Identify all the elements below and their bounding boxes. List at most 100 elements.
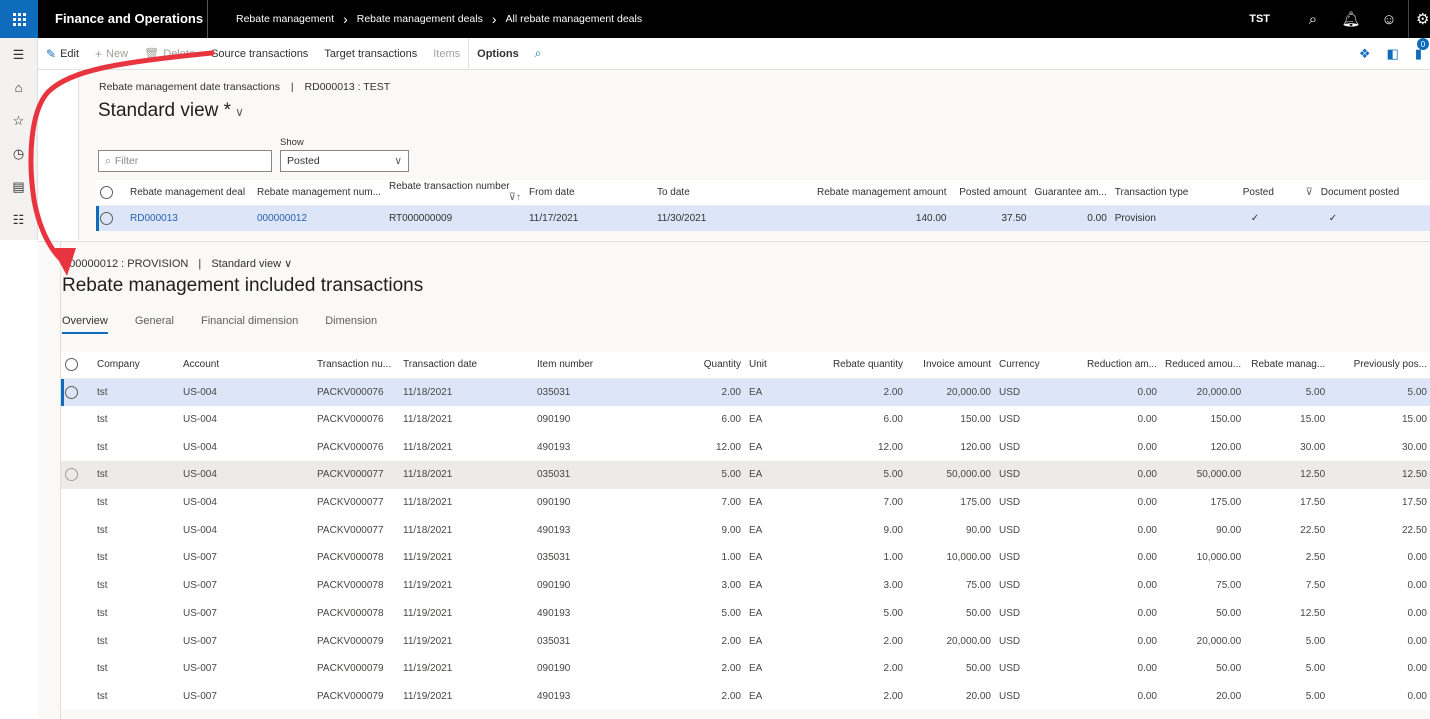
app-title[interactable]: Finance and Operations bbox=[55, 11, 203, 26]
row-selector[interactable] bbox=[61, 378, 93, 406]
included-transactions-form: 000000012 : PROVISION | Standard view ∨ … bbox=[38, 241, 1430, 719]
bell-icon[interactable]: 🔔︎ bbox=[1332, 0, 1370, 38]
column-header[interactable]: Item number bbox=[533, 352, 663, 379]
column-header[interactable]: Rebate manag... bbox=[1245, 352, 1330, 379]
source-transactions-button[interactable]: Source transactions bbox=[203, 38, 316, 70]
company-cell[interactable]: tst bbox=[93, 378, 179, 406]
company-cell: tst bbox=[97, 441, 108, 453]
column-header[interactable]: Reduced amou... bbox=[1161, 352, 1246, 379]
column-header[interactable]: Rebate management amount bbox=[812, 180, 951, 206]
attachments-button[interactable]: ▮ 0 bbox=[1415, 38, 1429, 62]
row-selector[interactable] bbox=[61, 655, 93, 683]
select-all-checkbox[interactable] bbox=[96, 180, 126, 206]
star-favorites-icon[interactable]: ☆ bbox=[0, 104, 37, 137]
column-header[interactable]: To date bbox=[652, 180, 813, 206]
view-selector[interactable]: Standard view ∨ bbox=[211, 258, 292, 270]
breadcrumb-item-rebate-management[interactable]: Rebate management bbox=[236, 13, 334, 25]
workspaces-icon[interactable]: ▤ bbox=[0, 170, 37, 203]
home-icon[interactable]: ⌂ bbox=[0, 71, 37, 104]
row-selector[interactable] bbox=[61, 572, 93, 600]
row-selector[interactable] bbox=[61, 461, 93, 489]
unit-cell[interactable]: EA bbox=[745, 378, 803, 406]
app-launcher-button[interactable] bbox=[0, 0, 38, 38]
column-header[interactable]: Rebate transaction number ⊽↑ bbox=[384, 180, 525, 206]
rebate-num-link[interactable]: 000000012 bbox=[253, 205, 385, 231]
item-number-cell[interactable]: 035031 bbox=[533, 378, 663, 406]
modules-list-icon[interactable]: ☷ bbox=[0, 203, 37, 236]
column-header[interactable]: Posted amount bbox=[950, 180, 1031, 206]
column-header[interactable]: Document posted bbox=[1316, 180, 1430, 206]
table-row[interactable]: tst US-004 PACKV000077 11/18/2021 090190 7.00… bbox=[61, 489, 1430, 517]
reduced-amount-cell: 10,000.00 bbox=[1196, 552, 1242, 564]
column-header[interactable]: Guarantee am... bbox=[1030, 180, 1111, 206]
tab-financial-dimension[interactable]: Financial dimension bbox=[201, 315, 298, 334]
column-header[interactable]: Rebate quantity bbox=[803, 352, 907, 379]
table-row[interactable]: tst US-004 PACKV000077 11/18/2021 035031 5.00… bbox=[61, 461, 1430, 489]
row-selector[interactable] bbox=[61, 627, 93, 655]
column-header[interactable]: Reduction am... bbox=[1053, 352, 1161, 379]
edit-button[interactable]: ✎ Edit bbox=[38, 38, 87, 70]
reduction-amount-cell: 0.00 bbox=[1137, 607, 1157, 619]
tab-dimension[interactable]: Dimension bbox=[325, 315, 377, 334]
table-row[interactable]: tst US-007 PACKV000079 11/19/2021 090190 2.00… bbox=[61, 655, 1430, 683]
column-header[interactable]: From date bbox=[524, 180, 653, 206]
table-row[interactable]: RD000013 000000012 RT000000009 11/17/202… bbox=[96, 205, 1430, 231]
clock-recent-icon[interactable]: ◷ bbox=[0, 137, 37, 170]
gear-icon[interactable]: ⚙ bbox=[1408, 0, 1430, 38]
options-tab[interactable]: Options bbox=[469, 38, 527, 70]
table-row[interactable]: tst US-004 PACKV000076 11/18/2021 035031 2.00… bbox=[61, 378, 1430, 406]
row-selector[interactable] bbox=[61, 489, 93, 517]
tab-overview[interactable]: Overview bbox=[62, 315, 108, 334]
currency-cell: USD bbox=[999, 469, 1021, 481]
column-header[interactable]: Posted ⊽ bbox=[1238, 180, 1317, 206]
tab-general[interactable]: General bbox=[135, 315, 174, 334]
action-search-button[interactable]: ⌕ bbox=[527, 38, 550, 70]
search-icon[interactable]: ⌕ bbox=[1294, 0, 1332, 38]
account-cell: US-004 bbox=[183, 497, 217, 509]
table-row[interactable]: tst US-007 PACKV000079 11/19/2021 490193 2.00… bbox=[61, 683, 1430, 711]
column-header[interactable]: Rebate management deal bbox=[126, 180, 253, 206]
row-selector[interactable] bbox=[96, 205, 126, 231]
column-header[interactable]: Quantity bbox=[663, 352, 745, 379]
power-apps-icon[interactable]: ❖ bbox=[1359, 46, 1371, 62]
column-header[interactable]: Transaction nu... bbox=[313, 352, 399, 379]
column-header[interactable]: Invoice amount bbox=[907, 352, 995, 379]
column-header[interactable]: Currency bbox=[995, 352, 1053, 379]
select-all-checkbox[interactable] bbox=[61, 352, 93, 379]
column-header[interactable]: Previously pos... bbox=[1329, 352, 1430, 379]
row-selector[interactable] bbox=[61, 600, 93, 628]
hamburger-menu-icon[interactable]: ☰ bbox=[0, 38, 37, 71]
view-selector[interactable]: Standard view * ∨ bbox=[98, 100, 244, 122]
column-header[interactable]: Transaction date bbox=[399, 352, 533, 379]
column-header[interactable]: Account bbox=[179, 352, 313, 379]
row-selector[interactable] bbox=[61, 406, 93, 434]
items-button[interactable]: Items bbox=[425, 38, 468, 70]
show-dropdown[interactable]: Posted ∨ bbox=[280, 150, 409, 172]
column-header[interactable]: Unit bbox=[745, 352, 803, 379]
row-selector[interactable] bbox=[61, 433, 93, 461]
breadcrumb-item-deals[interactable]: Rebate management deals bbox=[357, 13, 483, 25]
table-row[interactable]: tst US-007 PACKV000079 11/19/2021 035031 2.00… bbox=[61, 627, 1430, 655]
column-header[interactable]: Transaction type bbox=[1110, 180, 1239, 206]
table-row[interactable]: tst US-004 PACKV000077 11/18/2021 490193 9.00… bbox=[61, 516, 1430, 544]
smiley-feedback-icon[interactable]: ☺ bbox=[1370, 0, 1408, 38]
filter-input[interactable]: ⌕ Filter bbox=[98, 150, 272, 172]
column-header[interactable]: Rebate management num... bbox=[253, 180, 385, 206]
column-header[interactable]: Company bbox=[93, 352, 179, 379]
deal-link[interactable]: RD000013 bbox=[126, 205, 253, 231]
breadcrumb-item-all-deals[interactable]: All rebate management deals bbox=[506, 13, 643, 25]
table-row[interactable]: tst US-004 PACKV000076 11/18/2021 090190 6.00… bbox=[61, 406, 1430, 434]
office-icon[interactable]: ◧ bbox=[1387, 46, 1399, 62]
new-button[interactable]: + New bbox=[87, 38, 136, 70]
table-row[interactable]: tst US-007 PACKV000078 11/19/2021 490193 5.00… bbox=[61, 600, 1430, 628]
row-selector[interactable] bbox=[61, 544, 93, 572]
table-row[interactable]: tst US-007 PACKV000078 11/19/2021 035031 1.00… bbox=[61, 544, 1430, 572]
currency-cell[interactable]: USD bbox=[995, 378, 1053, 406]
table-row[interactable]: tst US-004 PACKV000076 11/18/2021 490193 12.0… bbox=[61, 433, 1430, 461]
row-selector[interactable] bbox=[61, 683, 93, 711]
target-transactions-button[interactable]: Target transactions bbox=[316, 38, 425, 70]
company-picker[interactable]: TST bbox=[1249, 13, 1270, 25]
delete-button[interactable]: 🗑︎ Delete bbox=[136, 38, 203, 70]
table-row[interactable]: tst US-007 PACKV000078 11/19/2021 090190 3.00… bbox=[61, 572, 1430, 600]
row-selector[interactable] bbox=[61, 516, 93, 544]
